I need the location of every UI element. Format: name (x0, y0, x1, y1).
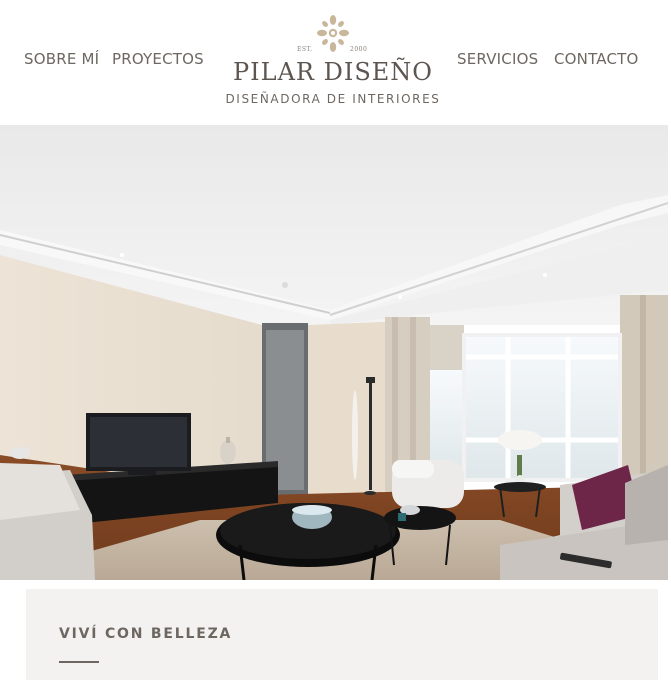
ornament-icon (317, 15, 349, 52)
hero-image (0, 125, 668, 580)
title-divider (59, 661, 99, 663)
brand-tagline: DISEÑADORA DE INTERIORES (225, 92, 441, 106)
site-header: SOBRE MÍ PROYECTOS EST. 2000 PILAR DISEÑ… (0, 0, 671, 125)
living-room-photo (0, 125, 668, 580)
nav-link-servicios[interactable]: SERVICIOS (457, 50, 538, 68)
intro-card: VIVÍ CON BELLEZA (16, 580, 671, 680)
nav-link-sobre-mi[interactable]: SOBRE MÍ (24, 50, 99, 68)
section-title: VIVÍ CON BELLEZA (59, 626, 233, 642)
site-logo[interactable]: EST. 2000 PILAR DISEÑO DISEÑADORA DE INT… (215, 12, 451, 112)
brand-name: PILAR DISEÑO (233, 58, 433, 86)
nav-link-contacto[interactable]: CONTACTO (554, 50, 639, 68)
intro-card-panel: VIVÍ CON BELLEZA (26, 589, 658, 680)
est-year: 2000 (350, 46, 368, 53)
nav-link-proyectos[interactable]: PROYECTOS (112, 50, 204, 68)
est-label: EST. (297, 46, 313, 53)
